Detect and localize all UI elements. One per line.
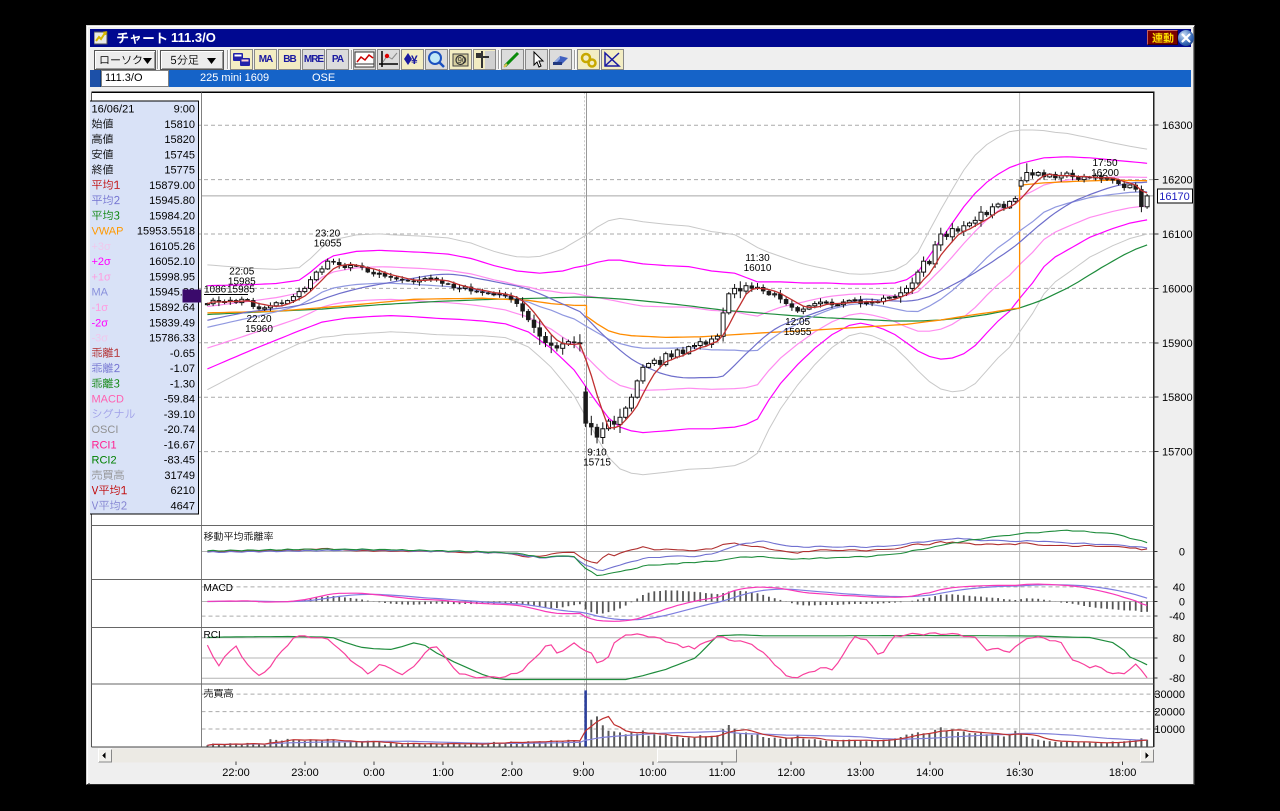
svg-text:-0.65: -0.65 — [170, 348, 195, 360]
svg-text:15953.5518: 15953.5518 — [137, 226, 195, 238]
svg-text:0: 0 — [1179, 597, 1185, 609]
svg-text:15892.64: 15892.64 — [149, 302, 195, 314]
svg-text:9:00: 9:00 — [174, 104, 195, 116]
svg-text:-1.30: -1.30 — [170, 378, 195, 390]
svg-text:90: 90 — [458, 56, 467, 65]
svg-text:15810: 15810 — [164, 119, 195, 131]
svg-text:16200: 16200 — [1162, 175, 1193, 187]
svg-text:15700: 15700 — [1162, 447, 1193, 459]
svg-text:-20.74: -20.74 — [164, 424, 195, 436]
svg-text:80: 80 — [1173, 633, 1185, 645]
svg-text:20000: 20000 — [1154, 707, 1185, 719]
svg-text:16:30: 16:30 — [1006, 767, 1034, 779]
svg-text:9:00: 9:00 — [573, 767, 594, 779]
svg-text:-39.10: -39.10 — [164, 409, 195, 421]
svg-text:-2σ: -2σ — [92, 317, 109, 329]
svg-text:16170: 16170 — [1159, 191, 1190, 203]
svg-text:+2σ: +2σ — [92, 256, 112, 268]
svg-text:15984.20: 15984.20 — [149, 210, 195, 222]
svg-text:0: 0 — [1179, 547, 1185, 559]
svg-text:-83.45: -83.45 — [164, 455, 195, 467]
svg-text:13:00: 13:00 — [847, 767, 875, 779]
svg-text:16055: 16055 — [314, 239, 342, 250]
svg-text:16052.10: 16052.10 — [149, 256, 195, 268]
svg-text:-80: -80 — [1169, 673, 1185, 685]
svg-text:18:00: 18:00 — [1109, 767, 1137, 779]
svg-text:15715: 15715 — [583, 457, 611, 468]
svg-text:6210: 6210 — [171, 485, 195, 497]
svg-text:-3σ: -3σ — [92, 333, 109, 345]
svg-text:16100: 16100 — [1162, 229, 1193, 241]
svg-text:OSCI: OSCI — [92, 424, 119, 436]
svg-text:31749: 31749 — [164, 470, 195, 482]
svg-text:16/06/21: 16/06/21 — [92, 104, 135, 116]
svg-text:MACD: MACD — [204, 583, 233, 594]
svg-text:¥: ¥ — [411, 53, 418, 67]
svg-text:MACD: MACD — [92, 394, 124, 406]
svg-text:15998.95: 15998.95 — [149, 272, 195, 284]
svg-text:15839.49: 15839.49 — [149, 317, 195, 329]
svg-text:10000: 10000 — [1154, 724, 1185, 736]
svg-text:1:00: 1:00 — [432, 767, 453, 779]
svg-text:23:00: 23:00 — [291, 767, 319, 779]
svg-text:16105.26: 16105.26 — [149, 241, 195, 253]
svg-text:14:00: 14:00 — [916, 767, 944, 779]
svg-text:15820: 15820 — [164, 134, 195, 146]
svg-text:-1σ: -1σ — [92, 302, 109, 314]
svg-text:15985: 15985 — [227, 285, 255, 296]
svg-text:+3σ: +3σ — [92, 241, 112, 253]
svg-text:16200: 16200 — [1091, 168, 1119, 179]
svg-text:2:00: 2:00 — [501, 767, 522, 779]
svg-text:16000: 16000 — [1162, 283, 1193, 295]
svg-text:15786.33: 15786.33 — [149, 333, 195, 345]
svg-text:15960: 15960 — [245, 324, 273, 335]
svg-text:0: 0 — [1179, 653, 1185, 665]
svg-text:15945.80: 15945.80 — [149, 195, 195, 207]
svg-text:16010: 16010 — [744, 263, 772, 274]
svg-text:-16.67: -16.67 — [164, 439, 195, 451]
svg-text:0:00: 0:00 — [363, 767, 384, 779]
svg-text:VWAP: VWAP — [92, 226, 124, 238]
svg-text:-59.84: -59.84 — [164, 394, 195, 406]
svg-text:15745: 15745 — [164, 149, 195, 161]
svg-text:+1σ: +1σ — [92, 272, 112, 284]
svg-text:15879.00: 15879.00 — [149, 180, 195, 192]
svg-text:12:00: 12:00 — [777, 767, 805, 779]
svg-text:15900: 15900 — [1162, 338, 1193, 350]
svg-text:15775: 15775 — [164, 165, 195, 177]
svg-text:40: 40 — [1173, 582, 1185, 594]
svg-text:10:00: 10:00 — [639, 767, 667, 779]
svg-text:RCI: RCI — [204, 630, 221, 641]
svg-text:RCI1: RCI1 — [92, 439, 117, 451]
svg-text:-40: -40 — [1169, 611, 1185, 623]
svg-text:30000: 30000 — [1154, 689, 1185, 701]
svg-text:4647: 4647 — [171, 501, 195, 513]
svg-text:11:00: 11:00 — [709, 767, 736, 779]
svg-text:RCI2: RCI2 — [92, 455, 117, 467]
svg-text:-1.07: -1.07 — [170, 363, 195, 375]
svg-text:1086: 1086 — [204, 285, 227, 296]
svg-text:15955: 15955 — [784, 327, 812, 338]
svg-text:16300: 16300 — [1162, 120, 1193, 132]
svg-text:15800: 15800 — [1162, 392, 1193, 404]
svg-text:22:00: 22:00 — [222, 767, 250, 779]
svg-text:MA: MA — [92, 287, 109, 299]
